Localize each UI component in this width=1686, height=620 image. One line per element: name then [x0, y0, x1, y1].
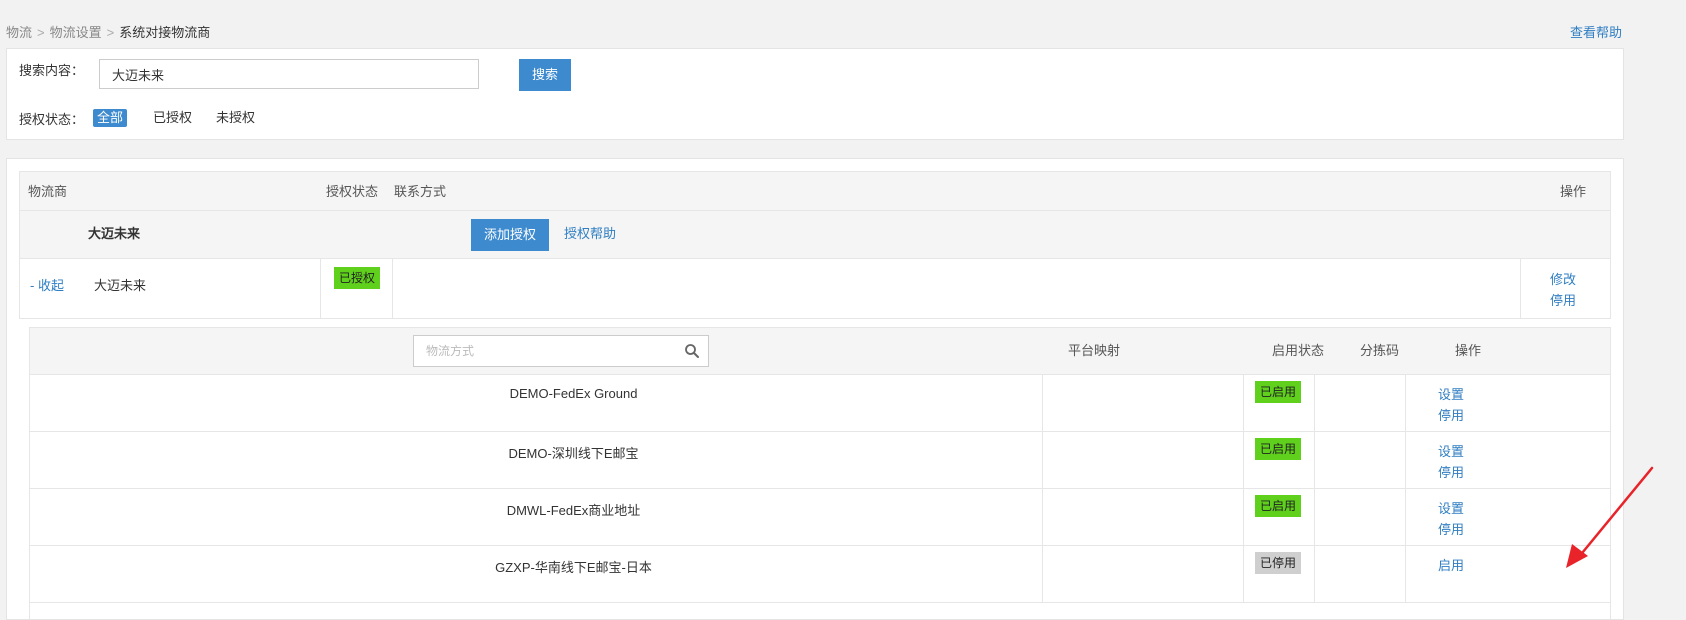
header-contact: 联系方式 [394, 184, 447, 199]
breadcrumb: 物流 > 物流设置 > 系统对接物流商 [6, 22, 210, 41]
settings-link[interactable]: 设置 [1438, 441, 1464, 460]
provider-list-panel: 物流商 授权状态 联系方式 操作 大迈未来 添加授权 授权帮助 - 收起 大迈未… [6, 158, 1624, 620]
method-row: DEMO-深圳线下E邮宝 已启用 设置 停用 [30, 431, 1610, 489]
auth-filter-unauthorized[interactable]: 未授权 [212, 109, 259, 127]
enabled-badge: 已启用 [1255, 495, 1302, 517]
view-help-link[interactable]: 查看帮助 [1570, 22, 1622, 41]
filter-panel: 搜索内容： 搜索 授权状态： 全部 已授权 未授权 [6, 48, 1624, 140]
account-row: - 收起 大迈未来 已授权 修改 停用 [19, 259, 1611, 319]
disable-link[interactable]: 停用 [1438, 519, 1464, 538]
disable-account-link[interactable]: 停用 [1550, 290, 1576, 309]
provider-name: 大迈未来 [88, 226, 141, 241]
method-row: DMWL-FedEx商业地址 已启用 设置 停用 [30, 488, 1610, 546]
method-name: DEMO-FedEx Ground [509, 386, 638, 401]
auth-filter-all[interactable]: 全部 [93, 109, 128, 127]
search-icon[interactable] [684, 343, 700, 359]
edit-account-link[interactable]: 修改 [1550, 269, 1576, 288]
breadcrumb-current: 系统对接物流商 [119, 25, 211, 40]
disable-link[interactable]: 停用 [1438, 462, 1464, 481]
divider [392, 259, 393, 318]
shipping-methods-table: 平台映射 启用状态 分拣码 操作 DEMO-FedEx Ground 已启用 设… [29, 327, 1611, 619]
settings-link[interactable]: 设置 [1438, 384, 1464, 403]
settings-link[interactable]: 设置 [1438, 498, 1464, 517]
header-auth-status: 授权状态 [326, 184, 379, 199]
method-row: DEMO-FedEx Ground 已启用 设置 停用 [30, 374, 1610, 432]
breadcrumb-logistics-settings[interactable]: 物流设置 [50, 25, 102, 40]
divider [1520, 259, 1521, 318]
method-name: DEMO-深圳线下E邮宝 [508, 446, 639, 461]
header-platform-mapping: 平台映射 [1068, 343, 1121, 358]
method-search-box[interactable] [413, 335, 709, 367]
search-input[interactable] [99, 59, 479, 89]
method-name: GZXP-华南线下E邮宝-日本 [495, 560, 652, 575]
disabled-badge: 已停用 [1255, 552, 1302, 574]
header-action: 操作 [1560, 184, 1587, 199]
disable-link[interactable]: 停用 [1438, 405, 1464, 424]
enabled-badge: 已启用 [1255, 438, 1302, 460]
search-button[interactable]: 搜索 [519, 59, 571, 91]
authorization-help-link[interactable]: 授权帮助 [564, 211, 616, 257]
header-sort-code: 分拣码 [1360, 343, 1400, 358]
breadcrumb-separator: > [37, 25, 45, 40]
method-name: DMWL-FedEx商业地址 [506, 503, 641, 518]
search-label: 搜索内容： [19, 63, 85, 78]
collapse-toggle[interactable]: - 收起 [30, 275, 64, 294]
table-header: 物流商 授权状态 联系方式 操作 [19, 171, 1611, 211]
enabled-badge: 已启用 [1255, 381, 1302, 403]
auth-filter-authorized[interactable]: 已授权 [149, 109, 196, 127]
authorized-badge: 已授权 [334, 267, 381, 289]
methods-header: 平台映射 启用状态 分拣码 操作 [30, 328, 1610, 375]
enable-link[interactable]: 启用 [1438, 555, 1464, 574]
divider [320, 259, 321, 318]
header-enable-status: 启用状态 [1272, 343, 1325, 358]
auth-status-label: 授权状态： [19, 112, 85, 127]
annotation-arrow-icon [1566, 466, 1654, 568]
breadcrumb-logistics[interactable]: 物流 [6, 25, 32, 40]
breadcrumb-separator: > [106, 25, 115, 40]
method-search-input[interactable] [414, 336, 678, 366]
provider-group-row: 大迈未来 添加授权 授权帮助 [19, 211, 1611, 259]
add-authorization-button[interactable]: 添加授权 [471, 219, 549, 251]
account-name: 大迈未来 [94, 278, 147, 293]
method-row: GZXP-华南线下E邮宝-日本 已停用 启用 [30, 545, 1610, 603]
header-method-action: 操作 [1455, 343, 1482, 358]
header-provider: 物流商 [28, 184, 68, 199]
